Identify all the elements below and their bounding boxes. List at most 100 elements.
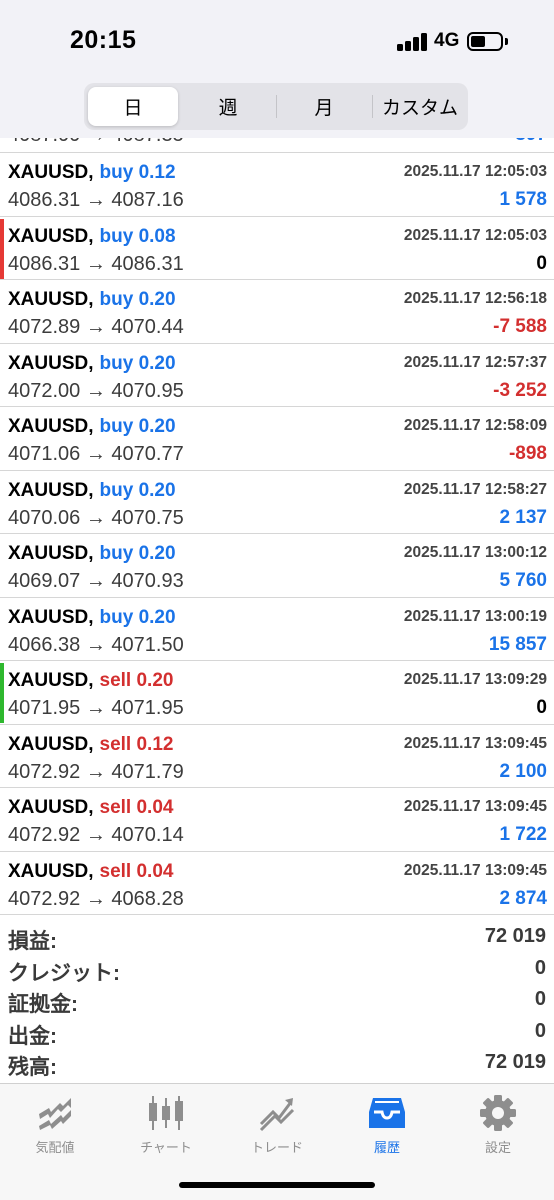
period-tab-month[interactable]: 月	[278, 87, 370, 126]
summary-row: 残高: 72 019	[0, 1049, 554, 1081]
deal-symbol: XAUUSD,	[8, 479, 94, 501]
summary-value: 0	[534, 1019, 546, 1042]
deal-datetime: 2025.11.17 13:00:19	[403, 607, 547, 625]
deal-title: XAUUSD, buy 0.20	[8, 289, 176, 311]
deal-history-list[interactable]: 4087.00 → 4087.35 897 XAUUSD,buy 0.12 20…	[0, 120, 554, 915]
segment-divider	[372, 95, 373, 118]
deal-side-volume: buy 0.08	[99, 225, 176, 247]
summary-label: 残高:	[8, 1056, 57, 1079]
deal-profit: -3 252	[493, 379, 547, 401]
summary-label: クレジット:	[8, 961, 120, 985]
deal-datetime: 2025.11.17 13:09:45	[403, 734, 547, 752]
deal-prices: 4070.06 → 4070.75	[8, 506, 184, 529]
deal-symbol: XAUUSD,	[8, 289, 94, 310]
deal-prices: 4072.92 → 4071.79	[8, 760, 184, 783]
summary-value: 72 019	[484, 925, 546, 947]
deal-symbol: XAUUSD,	[8, 797, 94, 818]
deal-row[interactable]: XAUUSD, buy 0.12 2025.11.17 12:05:03 4086…	[0, 153, 554, 217]
deal-profit: 0	[536, 697, 547, 718]
period-tab-day[interactable]: 日	[88, 87, 178, 126]
tab-label: 気配値	[35, 1140, 75, 1155]
deal-profit: -898	[508, 443, 547, 464]
tab-quotes[interactable]: 気配値	[0, 1092, 110, 1156]
deal-title: XAUUSD, buy 0.20	[8, 353, 176, 375]
deal-side-volume: buy 0.20	[99, 289, 176, 310]
summary-row: クレジット: 0	[0, 955, 554, 987]
history-icon	[369, 1098, 405, 1128]
tab-settings[interactable]: 設定	[443, 1092, 553, 1156]
status-time: 20:15	[70, 26, 137, 54]
deal-prices: 4069.07 → 4070.93	[8, 570, 184, 592]
deal-row[interactable]: XAUUSD, buy 0.20 2025.11.17 12:58:27 4070…	[0, 471, 554, 534]
deal-symbol: XAUUSD,	[8, 606, 94, 628]
deal-row[interactable]: XAUUSD, buy 0.20 2025.11.17 12:58:09 4071…	[0, 407, 554, 471]
period-segmented-control: 日 週 月 カスタム	[84, 83, 468, 130]
deal-row[interactable]: XAUUSD, buy 0.20 2025.11.17 12:57:37 4072…	[0, 344, 554, 407]
deal-title: XAUUSD, buy 0.20	[8, 543, 176, 565]
period-tab-week[interactable]: 週	[182, 87, 274, 126]
deal-row-marker	[0, 663, 4, 723]
deal-prices: 4071.95 → 4071.95	[8, 697, 184, 719]
deal-row[interactable]: XAUUSD, sell 0.04 2025.11.17 13:09:45 407…	[0, 852, 554, 915]
deal-datetime: 2025.11.17 13:09:45	[403, 798, 547, 815]
deal-row[interactable]: XAUUSD, buy 0.20 2025.11.17 13:00:12 4069…	[0, 534, 554, 598]
deal-datetime: 2025.11.17 12:05:03	[403, 163, 547, 180]
tab-chart[interactable]: チャート	[111, 1092, 221, 1156]
deal-prices: 4072.89 → 4070.44	[8, 316, 184, 338]
deal-symbol: XAUUSD,	[8, 860, 94, 882]
deal-side-volume: buy 0.12	[99, 162, 176, 183]
deal-row[interactable]: XAUUSD, buy 0.20 2025.11.17 12:56:18 4072…	[0, 280, 554, 344]
summary-row: 証拠金: 0	[0, 986, 554, 1018]
period-tab-custom[interactable]: カスタム	[374, 87, 466, 126]
tab-label: トレード	[250, 1140, 303, 1155]
deal-datetime: 2025.11.17 12:56:18	[403, 290, 547, 307]
deal-row[interactable]: XAUUSD, buy 0.08 2025.11.17 12:05:03 4086…	[0, 217, 554, 280]
deal-profit: 15 857	[488, 633, 547, 655]
settings-icon	[480, 1095, 516, 1131]
tab-label: 設定	[484, 1140, 511, 1155]
tab-label: チャート	[140, 1140, 192, 1155]
deal-datetime: 2025.11.17 12:57:37	[403, 353, 547, 371]
deal-prices: 4071.06 → 4070.77	[8, 443, 184, 465]
deal-profit: 2 137	[499, 506, 547, 528]
chart-icon	[149, 1096, 183, 1130]
deal-prices: 4066.38 → 4071.50	[8, 633, 184, 656]
battery-icon	[467, 32, 503, 51]
deal-title: XAUUSD, buy 0.12	[8, 162, 176, 184]
deal-symbol: XAUUSD,	[8, 733, 94, 755]
trade-icon	[259, 1098, 295, 1132]
deal-title: XAUUSD, sell 0.04	[8, 861, 173, 883]
deal-side-volume: buy 0.20	[99, 416, 176, 437]
summary-label: 損益:	[8, 930, 57, 953]
deal-row-marker	[0, 218, 4, 279]
status-bar: 20:15 4G	[0, 0, 554, 84]
deal-datetime: 2025.11.17 12:58:09	[403, 417, 547, 434]
tab-history[interactable]: 履歴	[332, 1092, 442, 1156]
deal-symbol: XAUUSD,	[8, 225, 94, 247]
deal-symbol: XAUUSD,	[8, 543, 94, 564]
deal-prices: 4072.00 → 4070.95	[8, 379, 184, 402]
deal-row[interactable]: XAUUSD, sell 0.12 2025.11.17 13:09:45 407…	[0, 725, 554, 788]
summary-value: 0	[534, 988, 546, 1010]
deal-side-volume: sell 0.04	[99, 860, 174, 882]
deal-datetime: 2025.11.17 13:09:29	[403, 671, 547, 688]
home-indicator	[179, 1182, 375, 1188]
deal-side-volume: buy 0.20	[99, 352, 176, 374]
deal-profit: 2 100	[499, 760, 547, 782]
summary-row: 出金: 0	[0, 1018, 554, 1050]
deal-prices: 4072.92 → 4068.28	[8, 887, 184, 910]
deal-title: XAUUSD, buy 0.20	[8, 480, 176, 502]
deal-row[interactable]: XAUUSD, sell 0.20 2025.11.17 13:09:29 407…	[0, 661, 554, 725]
deal-row[interactable]: XAUUSD, buy 0.20 2025.11.17 13:00:19 4066…	[0, 598, 554, 661]
tab-trade[interactable]: トレード	[222, 1092, 332, 1156]
deal-side-volume: buy 0.20	[99, 606, 176, 628]
deal-profit: 0	[536, 252, 547, 274]
deal-row[interactable]: XAUUSD, sell 0.04 2025.11.17 13:09:45 407…	[0, 788, 554, 852]
deal-datetime: 2025.11.17 12:58:27	[403, 480, 547, 498]
deal-profit: 1 578	[499, 189, 547, 210]
deal-side-volume: sell 0.04	[99, 797, 174, 818]
segment-divider	[276, 95, 277, 118]
deal-symbol: XAUUSD,	[8, 352, 94, 374]
signal-strength-icon	[397, 33, 429, 51]
summary-label: 証拠金:	[8, 993, 78, 1016]
